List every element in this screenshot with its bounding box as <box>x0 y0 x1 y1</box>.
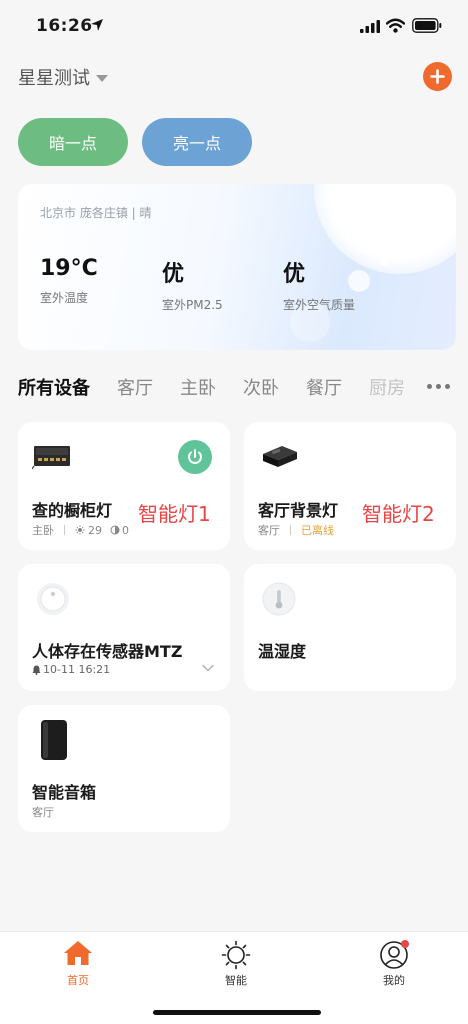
device-meta: 客厅 <box>32 804 54 820</box>
tab-master-bedroom[interactable]: 主卧 <box>180 374 216 400</box>
power-toggle-button[interactable] <box>178 440 212 474</box>
cellular-signal-icon <box>360 20 380 33</box>
light-strip-controller-icon <box>263 446 297 467</box>
device-room: 客厅 <box>258 524 280 537</box>
brightness-icon <box>75 525 85 535</box>
plus-icon <box>430 69 445 84</box>
device-card[interactable]: 客厅背景灯 智能灯2 客厅 已离线 <box>244 422 456 550</box>
room-tabs: 所有设备 客厅 主卧 次卧 餐厅 厨房 <box>18 372 458 402</box>
status-bar: 16:26 <box>0 0 468 52</box>
power-icon <box>188 449 202 464</box>
presence-sensor-icon <box>37 583 69 615</box>
device-brightness: 29 <box>88 523 102 537</box>
outdoor-air-quality-label: 室外空气质量 <box>283 298 356 312</box>
location-arrow-icon <box>91 19 103 31</box>
device-card[interactable]: 人体存在传感器MTZ 10-11 16:21 <box>18 564 230 691</box>
device-last-event: 10-11 16:21 <box>43 663 111 676</box>
device-card[interactable]: 查的橱柜灯 智能灯1 主卧 29 0 <box>18 422 230 550</box>
outdoor-pm25-label: 室外PM2.5 <box>162 298 223 312</box>
device-name: 查的橱柜灯 <box>32 501 113 520</box>
tab-living-room[interactable]: 客厅 <box>117 374 153 400</box>
device-room: 客厅 <box>32 806 54 819</box>
thermo-hygrometer-icon <box>262 582 296 616</box>
tab-dining-room[interactable]: 餐厅 <box>306 374 342 400</box>
weather-bubble-graphic <box>380 258 388 266</box>
device-meta: 主卧 29 0 <box>32 522 129 538</box>
home-selector[interactable]: 星星测试 <box>18 64 108 90</box>
device-overlay-label: 智能灯2 <box>362 502 435 526</box>
tab-profile[interactable]: 我的 <box>354 940 434 988</box>
device-meta: 10-11 16:21 <box>32 663 110 676</box>
more-rooms-icon[interactable] <box>427 384 450 389</box>
device-overlay-label: 智能灯1 <box>138 502 211 526</box>
home-name: 星星测试 <box>18 68 90 89</box>
device-color-temperature: 0 <box>122 523 129 537</box>
weather-card[interactable]: 北京市 庞各庄镇 | 晴 19°C 室外温度 优 室外PM2.5 优 室外空气质… <box>18 184 456 350</box>
device-offline-status: 已离线 <box>301 524 334 537</box>
smart-speaker-icon <box>41 720 67 760</box>
tab-kitchen[interactable]: 厨房 <box>369 374 405 400</box>
outdoor-pm25-value: 优 <box>162 262 185 287</box>
outdoor-air-quality-value: 优 <box>283 262 306 287</box>
outdoor-temperature-label: 室外温度 <box>40 291 89 305</box>
home-icon <box>64 941 92 965</box>
user-avatar-icon <box>380 940 409 969</box>
device-room: 主卧 <box>32 524 54 537</box>
device-card[interactable]: 智能音箱 客厅 <box>18 705 230 832</box>
bell-icon <box>32 665 41 675</box>
device-name: 人体存在传感器MTZ <box>32 642 183 661</box>
caret-down-icon <box>96 74 108 82</box>
device-card[interactable]: 温湿度 <box>244 564 456 691</box>
outdoor-pm25: 优 室外PM2.5 <box>162 256 223 313</box>
led-controller-icon <box>32 446 70 470</box>
tab-profile-label: 我的 <box>383 974 405 987</box>
weather-location: 北京市 庞各庄镇 | 晴 <box>40 206 152 220</box>
tab-home[interactable]: 首页 <box>38 940 118 988</box>
outdoor-temperature: 19°C 室外温度 <box>40 256 98 306</box>
device-meta: 客厅 已离线 <box>258 522 334 538</box>
battery-icon <box>412 18 442 33</box>
chevron-down-icon[interactable] <box>202 664 214 672</box>
device-name: 客厅背景灯 <box>258 501 339 520</box>
device-name: 智能音箱 <box>32 783 97 802</box>
sun-icon <box>221 940 251 970</box>
outdoor-air-quality: 优 室外空气质量 <box>283 256 355 313</box>
status-time: 16:26 <box>36 16 93 36</box>
add-device-button[interactable] <box>423 62 452 91</box>
tab-all-devices[interactable]: 所有设备 <box>18 374 90 400</box>
device-name: 温湿度 <box>258 642 307 661</box>
tab-smart[interactable]: 智能 <box>196 940 276 988</box>
home-indicator <box>153 1010 321 1015</box>
scene-brighter-button[interactable]: 亮一点 <box>142 118 252 166</box>
tab-smart-label: 智能 <box>225 974 247 987</box>
scene-dimmer-button[interactable]: 暗一点 <box>18 118 128 166</box>
tab-second-bedroom[interactable]: 次卧 <box>243 374 279 400</box>
tab-home-label: 首页 <box>67 974 89 987</box>
color-temperature-icon <box>110 525 120 535</box>
outdoor-temperature-value: 19°C <box>40 256 98 281</box>
wifi-icon <box>386 18 405 33</box>
